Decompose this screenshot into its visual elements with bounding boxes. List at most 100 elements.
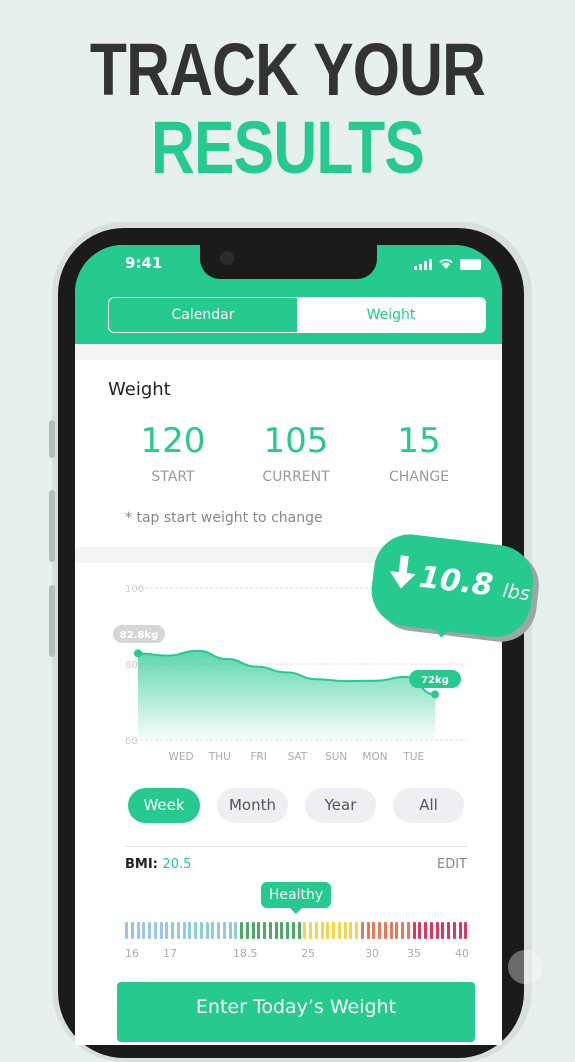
bmi-readout: BMI: 20.5 bbox=[125, 857, 191, 872]
range-month[interactable]: Month bbox=[217, 788, 288, 823]
bmi-scale-segment bbox=[257, 922, 261, 939]
bmi-scale-segment bbox=[406, 922, 410, 939]
stat-current-label: CURRENT bbox=[262, 469, 330, 485]
bmi-value: 20.5 bbox=[162, 857, 192, 872]
bmi-scale-segment bbox=[452, 922, 456, 939]
bmi-scale-segment bbox=[418, 922, 422, 939]
x-tick-label: TUE bbox=[402, 751, 424, 763]
bmi-scale-label: 30 bbox=[365, 947, 379, 960]
x-tick-label: SUN bbox=[325, 751, 347, 763]
range-week[interactable]: Week bbox=[128, 788, 200, 823]
signal-icon bbox=[414, 259, 432, 270]
notch bbox=[200, 245, 377, 279]
bmi-scale-segment bbox=[268, 922, 272, 939]
tab-weight[interactable]: Weight bbox=[297, 298, 485, 332]
bmi-scale-bar bbox=[125, 922, 470, 939]
phone-volume-up-button bbox=[49, 490, 55, 562]
stat-start-value[interactable]: 120 bbox=[113, 421, 233, 461]
bmi-scale-segment bbox=[211, 922, 215, 939]
bmi-scale-segment bbox=[153, 922, 157, 939]
bmi-scale-segment bbox=[412, 922, 416, 939]
bmi-scale-segment bbox=[182, 922, 186, 939]
x-tick-label: FRI bbox=[250, 751, 266, 763]
bmi-category-badge: Healthy bbox=[261, 882, 331, 914]
tab-calendar[interactable]: Calendar bbox=[109, 298, 297, 332]
bmi-scale-label: 35 bbox=[407, 947, 421, 960]
end-point[interactable] bbox=[431, 690, 439, 699]
stat-current-value: 105 bbox=[263, 421, 329, 461]
bmi-scale-segment bbox=[429, 922, 433, 939]
view-toggle: Calendar Weight bbox=[108, 297, 486, 333]
bmi-scale-segment bbox=[349, 922, 353, 939]
promo-headline-line1: TRACK YOUR bbox=[89, 28, 486, 111]
bmi-scale-segment bbox=[245, 922, 249, 939]
bmi-scale-label: 17 bbox=[163, 947, 177, 960]
bmi-scale-segment bbox=[320, 922, 324, 939]
bmi-scale-segment bbox=[286, 922, 289, 939]
end-weight-label: 72kg bbox=[421, 675, 449, 686]
bmi-scale-segment bbox=[291, 922, 295, 939]
bmi-scale-segment bbox=[395, 922, 399, 939]
bmi-scale-segment bbox=[332, 922, 335, 939]
bmi-scale-segment bbox=[458, 922, 462, 939]
stat-change-label: CHANGE bbox=[388, 469, 450, 485]
bmi-scale-segment bbox=[222, 922, 226, 939]
section-separator bbox=[75, 344, 502, 360]
promo-headline-line2: RESULTS bbox=[151, 106, 425, 189]
weight-card-title: Weight bbox=[108, 379, 171, 400]
bmi-scale-segment bbox=[199, 922, 203, 939]
bmi-label: BMI: bbox=[125, 857, 158, 872]
start-weight-hint: * tap start weight to change bbox=[125, 510, 323, 526]
bmi-scale-segment bbox=[274, 922, 278, 939]
phone-mute-button bbox=[49, 420, 55, 458]
bmi-scale-segment bbox=[130, 922, 134, 939]
bmi-scale-segment bbox=[176, 922, 180, 939]
bmi-scale-segment bbox=[234, 922, 238, 939]
start-point[interactable] bbox=[134, 649, 142, 658]
bmi-scale-segment bbox=[447, 922, 450, 939]
bmi-scale-segment bbox=[389, 922, 393, 939]
stat-start[interactable]: 120 START bbox=[113, 421, 233, 485]
bmi-scale-segment bbox=[372, 922, 376, 939]
bmi-scale-segment bbox=[228, 922, 232, 939]
bmi-scale-segment bbox=[309, 922, 312, 939]
bmi-scale-segment bbox=[263, 922, 266, 939]
bmi-scale-segment bbox=[326, 922, 330, 939]
bmi-scale-segment bbox=[217, 922, 220, 939]
bmi-scale-segment bbox=[205, 922, 209, 939]
phone-volume-down-button bbox=[49, 585, 55, 657]
divider bbox=[125, 846, 468, 847]
bmi-scale-segment bbox=[165, 922, 169, 939]
bmi-scale-label: 25 bbox=[301, 947, 315, 960]
bmi-scale-segment bbox=[125, 922, 128, 939]
bmi-scale-segment bbox=[355, 922, 358, 939]
range-year[interactable]: Year bbox=[305, 788, 376, 823]
callout-unit: lbs bbox=[501, 579, 532, 606]
callout-tail bbox=[432, 625, 452, 639]
y-tick-label: 80 bbox=[125, 660, 138, 671]
x-tick-label: WED bbox=[168, 751, 193, 763]
range-all[interactable]: All bbox=[393, 788, 464, 823]
y-tick-label: 60 bbox=[125, 736, 138, 747]
arrow-down-icon bbox=[389, 555, 416, 589]
x-tick-label: MON bbox=[362, 751, 387, 763]
bmi-scale-label: 16 bbox=[125, 947, 139, 960]
enter-weight-button[interactable]: Enter Today’s Weight bbox=[117, 982, 475, 1042]
bmi-scale-segment bbox=[136, 922, 140, 939]
weight-loss-callout: 10.8 lbs bbox=[367, 530, 543, 649]
y-tick-label: 100 bbox=[125, 584, 144, 595]
bmi-scale-segment bbox=[441, 922, 445, 939]
bmi-edit-button[interactable]: EDIT bbox=[437, 857, 467, 872]
stat-start-label: START bbox=[151, 469, 195, 485]
bmi-scale-segment bbox=[343, 922, 347, 939]
bmi-scale-segment bbox=[435, 922, 439, 939]
bmi-scale-segment bbox=[194, 922, 197, 939]
bmi-scale-segment bbox=[159, 922, 163, 939]
bmi-scale-segment bbox=[366, 922, 370, 939]
status-time: 9:41 bbox=[125, 254, 163, 272]
x-tick-label: THU bbox=[208, 751, 231, 763]
bmi-scale-segment bbox=[337, 922, 341, 939]
bmi-scale-segment bbox=[251, 922, 255, 939]
camera-icon bbox=[220, 251, 234, 265]
bmi-scale-segment bbox=[297, 922, 301, 939]
